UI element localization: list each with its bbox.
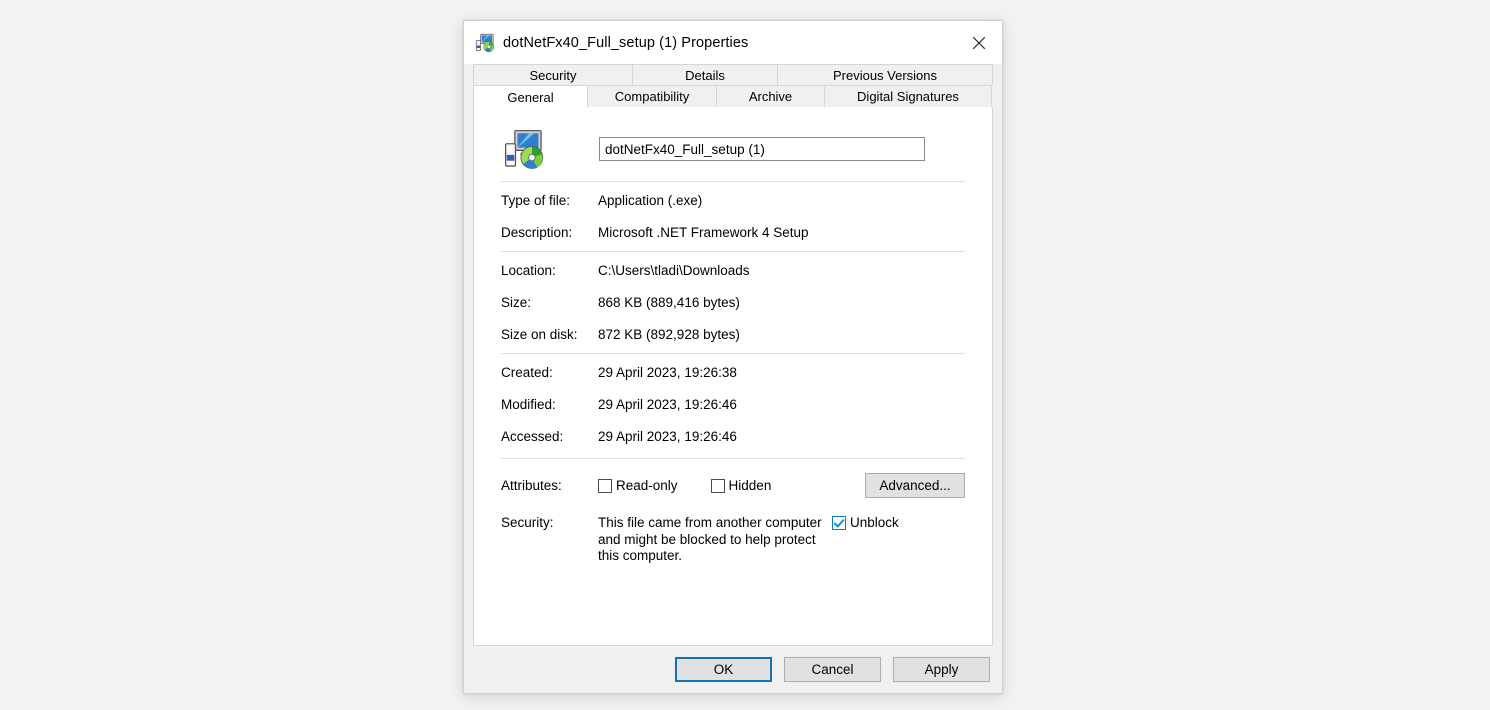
label-location: Location: [501, 263, 556, 278]
property-group-dates: Created: 29 April 2023, 19:26:38 Modifie… [501, 354, 965, 445]
tab-compatibility-label: Compatibility [614, 89, 690, 104]
tab-general-label: General [507, 89, 554, 105]
label-attributes: Attributes: [501, 478, 562, 493]
setup-application-icon [475, 33, 495, 53]
cancel-button[interactable]: Cancel [784, 657, 881, 682]
tab-archive-label: Archive [748, 89, 793, 104]
value-created: 29 April 2023, 19:26:38 [598, 365, 737, 380]
advanced-button[interactable]: Advanced... [865, 473, 965, 498]
property-row-description: Description: Microsoft .NET Framework 4 … [501, 225, 965, 241]
title-bar: dotNetFx40_Full_setup (1) Properties [464, 21, 1002, 64]
tab-security-label: Security [529, 67, 577, 83]
checkbox-read-only-box [598, 478, 612, 493]
dialog-footer: OK Cancel Apply [464, 646, 1002, 693]
value-size: 868 KB (889,416 bytes) [598, 295, 740, 310]
property-group-location: Location: C:\Users\tladi\Downloads Size:… [501, 252, 965, 343]
tab-strip: Security Details Previous Versions Gener… [464, 64, 1002, 108]
window-title: dotNetFx40_Full_setup (1) Properties [503, 34, 749, 51]
tab-general[interactable]: General [473, 85, 588, 108]
properties-dialog: dotNetFx40_Full_setup (1) Properties Sec… [463, 20, 1003, 694]
label-type-of-file: Type of file: [501, 193, 571, 208]
tab-details[interactable]: Details [632, 64, 778, 85]
value-type-of-file: Application (.exe) [598, 193, 703, 208]
property-row-accessed: Accessed: 29 April 2023, 19:26:46 [501, 429, 965, 445]
apply-button[interactable]: Apply [893, 657, 990, 682]
tab-archive[interactable]: Archive [716, 85, 825, 107]
checkbox-unblock-box [832, 516, 846, 530]
general-tab-panel: Type of file: Application (.exe) Descrip… [473, 107, 993, 646]
tab-compatibility[interactable]: Compatibility [587, 85, 717, 107]
ok-button[interactable]: OK [675, 657, 772, 682]
property-group-type: Type of file: Application (.exe) Descrip… [501, 182, 965, 241]
tab-row-upper: Security Details Previous Versions [473, 64, 993, 85]
tab-row-lower: General Compatibility Archive Digital Si… [473, 85, 993, 108]
value-location: C:\Users\tladi\Downloads [598, 263, 750, 278]
tab-digital-signatures[interactable]: Digital Signatures [824, 85, 992, 107]
label-security: Security: [501, 515, 554, 530]
tab-previous-versions-label: Previous Versions [832, 67, 938, 83]
security-message: This file came from another computer and… [598, 515, 822, 564]
filename-input[interactable] [599, 137, 925, 161]
property-row-size-on-disk: Size on disk: 872 KB (892,928 bytes) [501, 327, 965, 343]
value-description: Microsoft .NET Framework 4 Setup [598, 225, 809, 240]
label-created: Created: [501, 365, 553, 380]
property-row-size: Size: 868 KB (889,416 bytes) [501, 295, 965, 311]
value-accessed: 29 April 2023, 19:26:46 [598, 429, 737, 444]
tab-previous-versions[interactable]: Previous Versions [777, 64, 993, 85]
property-row-modified: Modified: 29 April 2023, 19:26:46 [501, 397, 965, 413]
divider-4 [501, 458, 965, 459]
checkbox-unblock-label: Unblock [850, 515, 899, 530]
attributes-row: Attributes: Read-only Hidden Advanced... [501, 473, 965, 498]
checkbox-hidden-box [710, 478, 725, 493]
setup-application-icon-large [503, 128, 545, 170]
label-accessed: Accessed: [501, 429, 564, 444]
tab-details-label: Details [685, 67, 725, 83]
property-row-created: Created: 29 April 2023, 19:26:38 [501, 365, 965, 381]
label-modified: Modified: [501, 397, 556, 412]
value-size-on-disk: 872 KB (892,928 bytes) [598, 327, 740, 342]
checkbox-hidden-label: Hidden [728, 478, 772, 493]
property-row-location: Location: C:\Users\tladi\Downloads [501, 263, 965, 279]
tab-digital-signatures-label: Digital Signatures [857, 89, 959, 104]
label-description: Description: [501, 225, 573, 240]
close-icon[interactable] [956, 21, 1002, 64]
checkbox-read-only[interactable]: Read-only [598, 478, 678, 493]
file-header [501, 125, 965, 173]
security-row: Security: This file came from another co… [501, 515, 965, 565]
label-size: Size: [501, 295, 532, 310]
checkbox-read-only-label: Read-only [616, 478, 678, 493]
tab-security[interactable]: Security [473, 64, 633, 85]
property-row-type-of-file: Type of file: Application (.exe) [501, 193, 965, 209]
checkbox-unblock[interactable]: Unblock [832, 515, 899, 530]
checkbox-hidden[interactable]: Hidden [710, 478, 772, 493]
label-size-on-disk: Size on disk: [501, 327, 578, 342]
value-modified: 29 April 2023, 19:26:46 [598, 397, 737, 412]
